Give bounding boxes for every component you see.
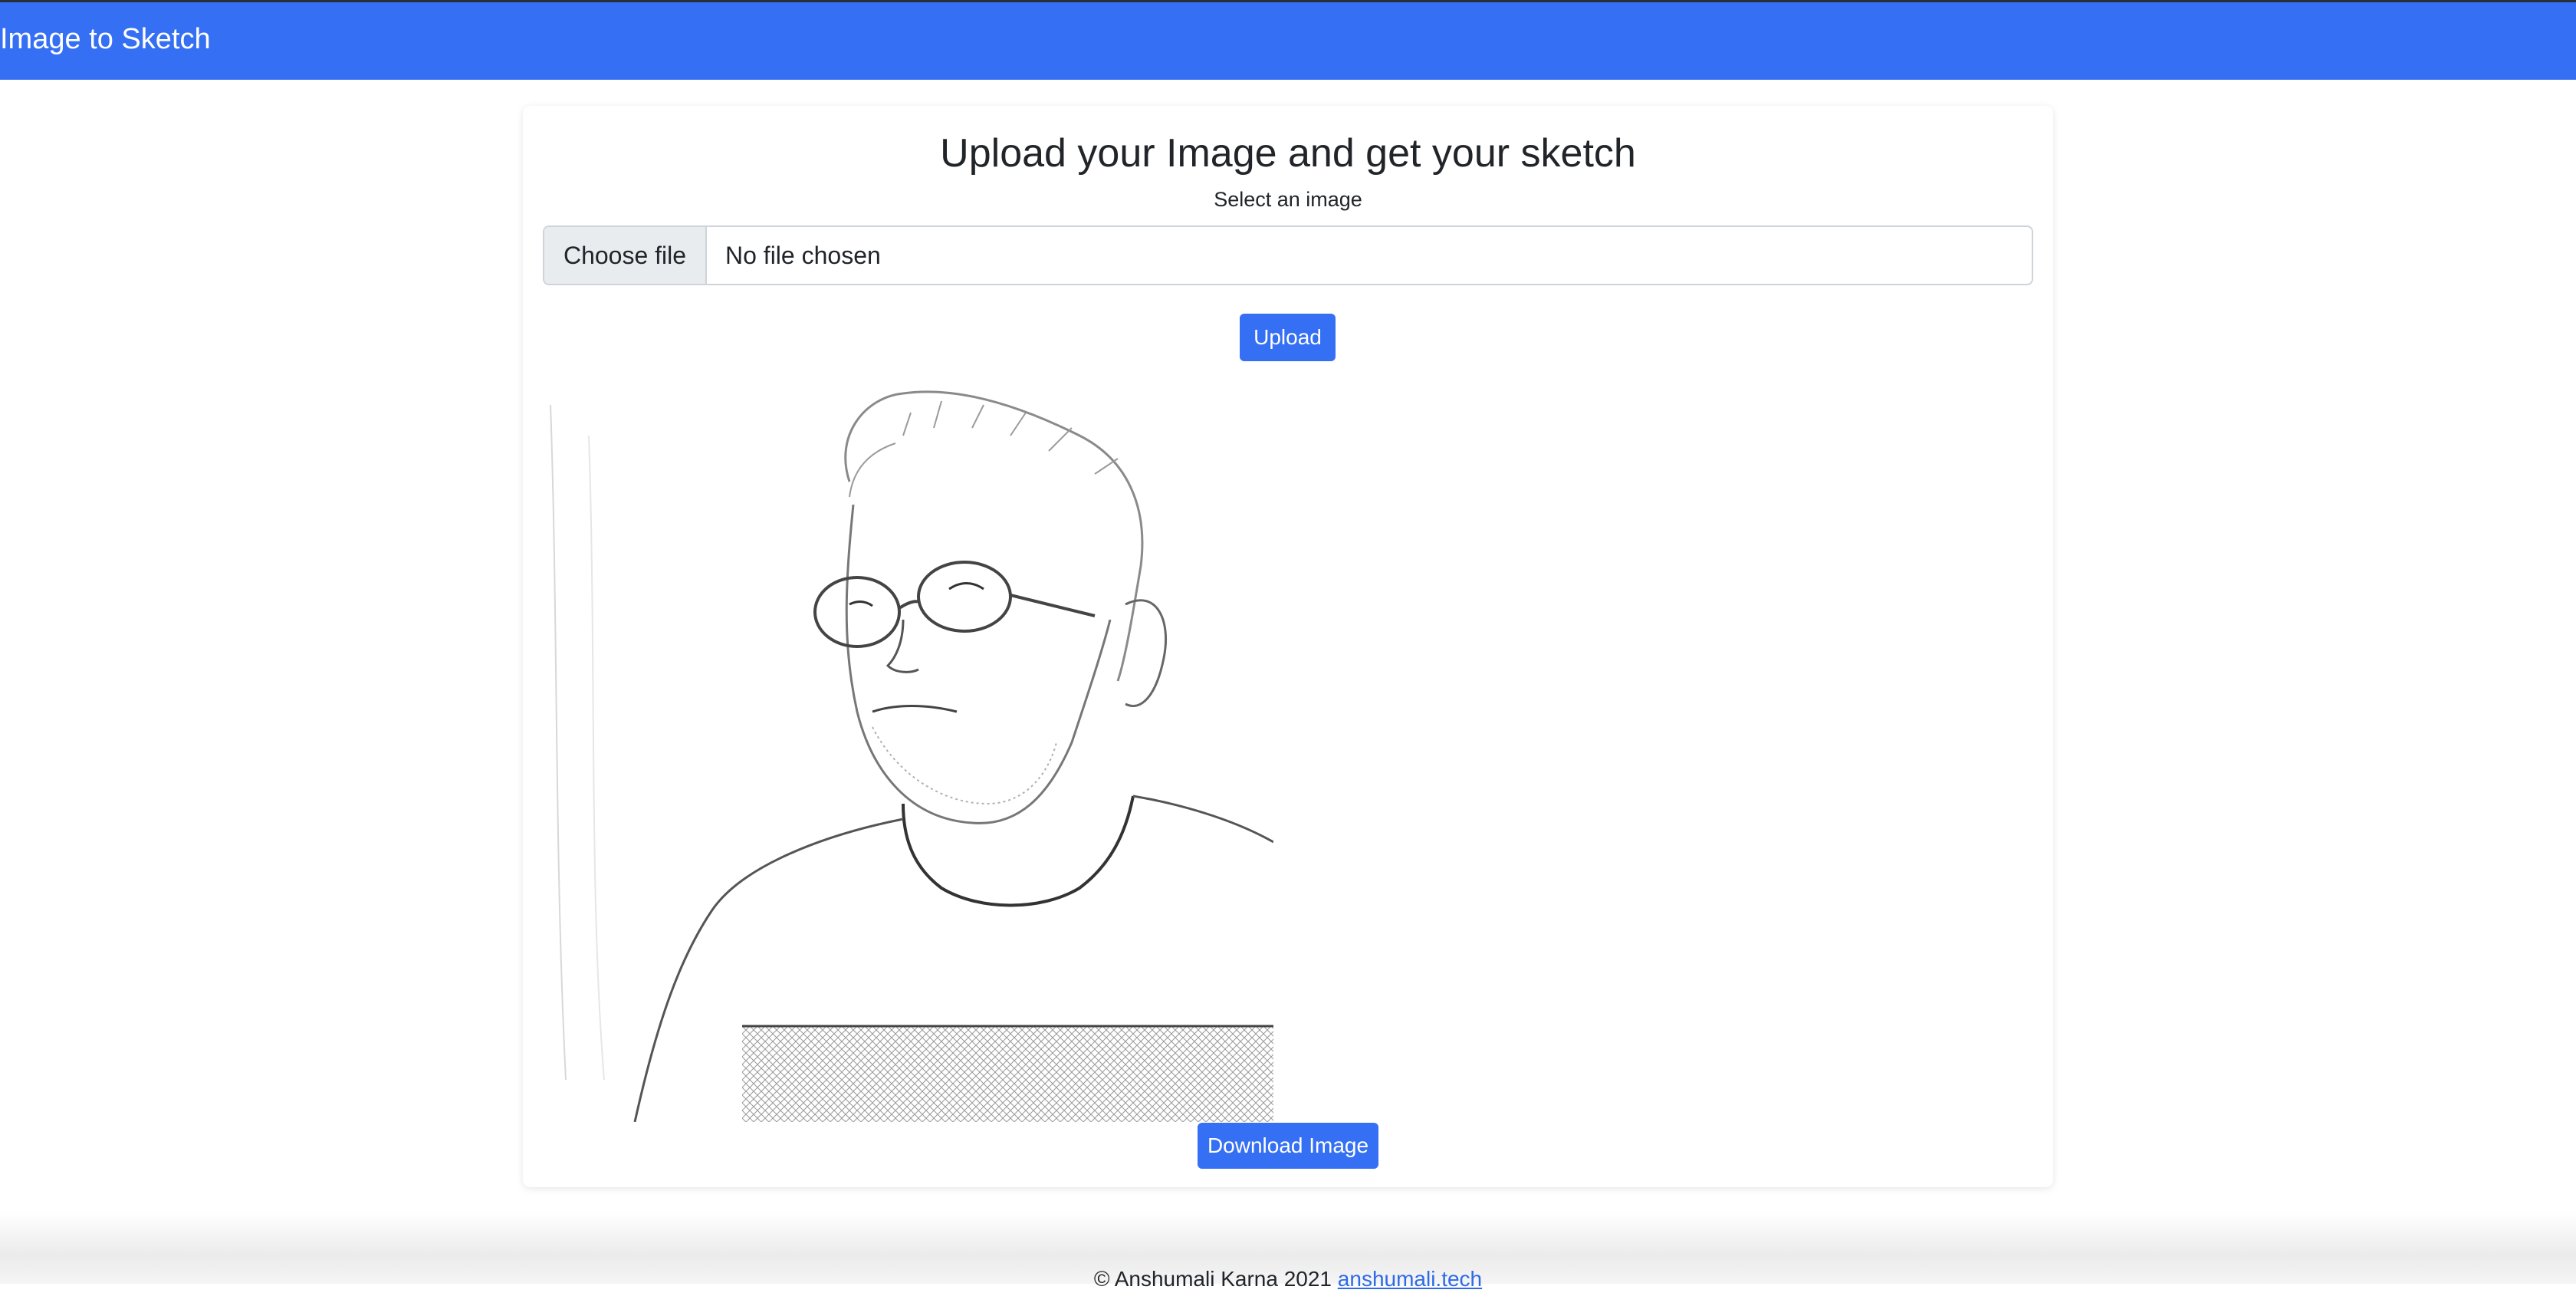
footer: © Anshumali Karna 2021 anshumali.tech xyxy=(0,1265,2576,1293)
navbar-brand[interactable]: Image to Sketch xyxy=(0,21,211,58)
upload-button[interactable]: Upload xyxy=(1240,314,1336,361)
sketch-result-image xyxy=(543,390,1274,1123)
footer-link[interactable]: anshumali.tech xyxy=(1338,1267,1482,1291)
choose-file-button[interactable]: Choose file xyxy=(544,227,707,284)
file-name-display: No file chosen xyxy=(725,241,881,269)
navbar: Image to Sketch xyxy=(0,0,2576,80)
sketch-drawing xyxy=(543,390,1274,1123)
footer-copyright: © Anshumali Karna 2021 xyxy=(1093,1267,1332,1291)
download-image-button[interactable]: Download Image xyxy=(1198,1123,1378,1169)
page-title: Upload your Image and get your sketch xyxy=(940,131,1636,176)
file-input[interactable]: Choose file No file chosen xyxy=(543,225,2033,285)
file-input-label: Select an image xyxy=(1214,188,1362,211)
